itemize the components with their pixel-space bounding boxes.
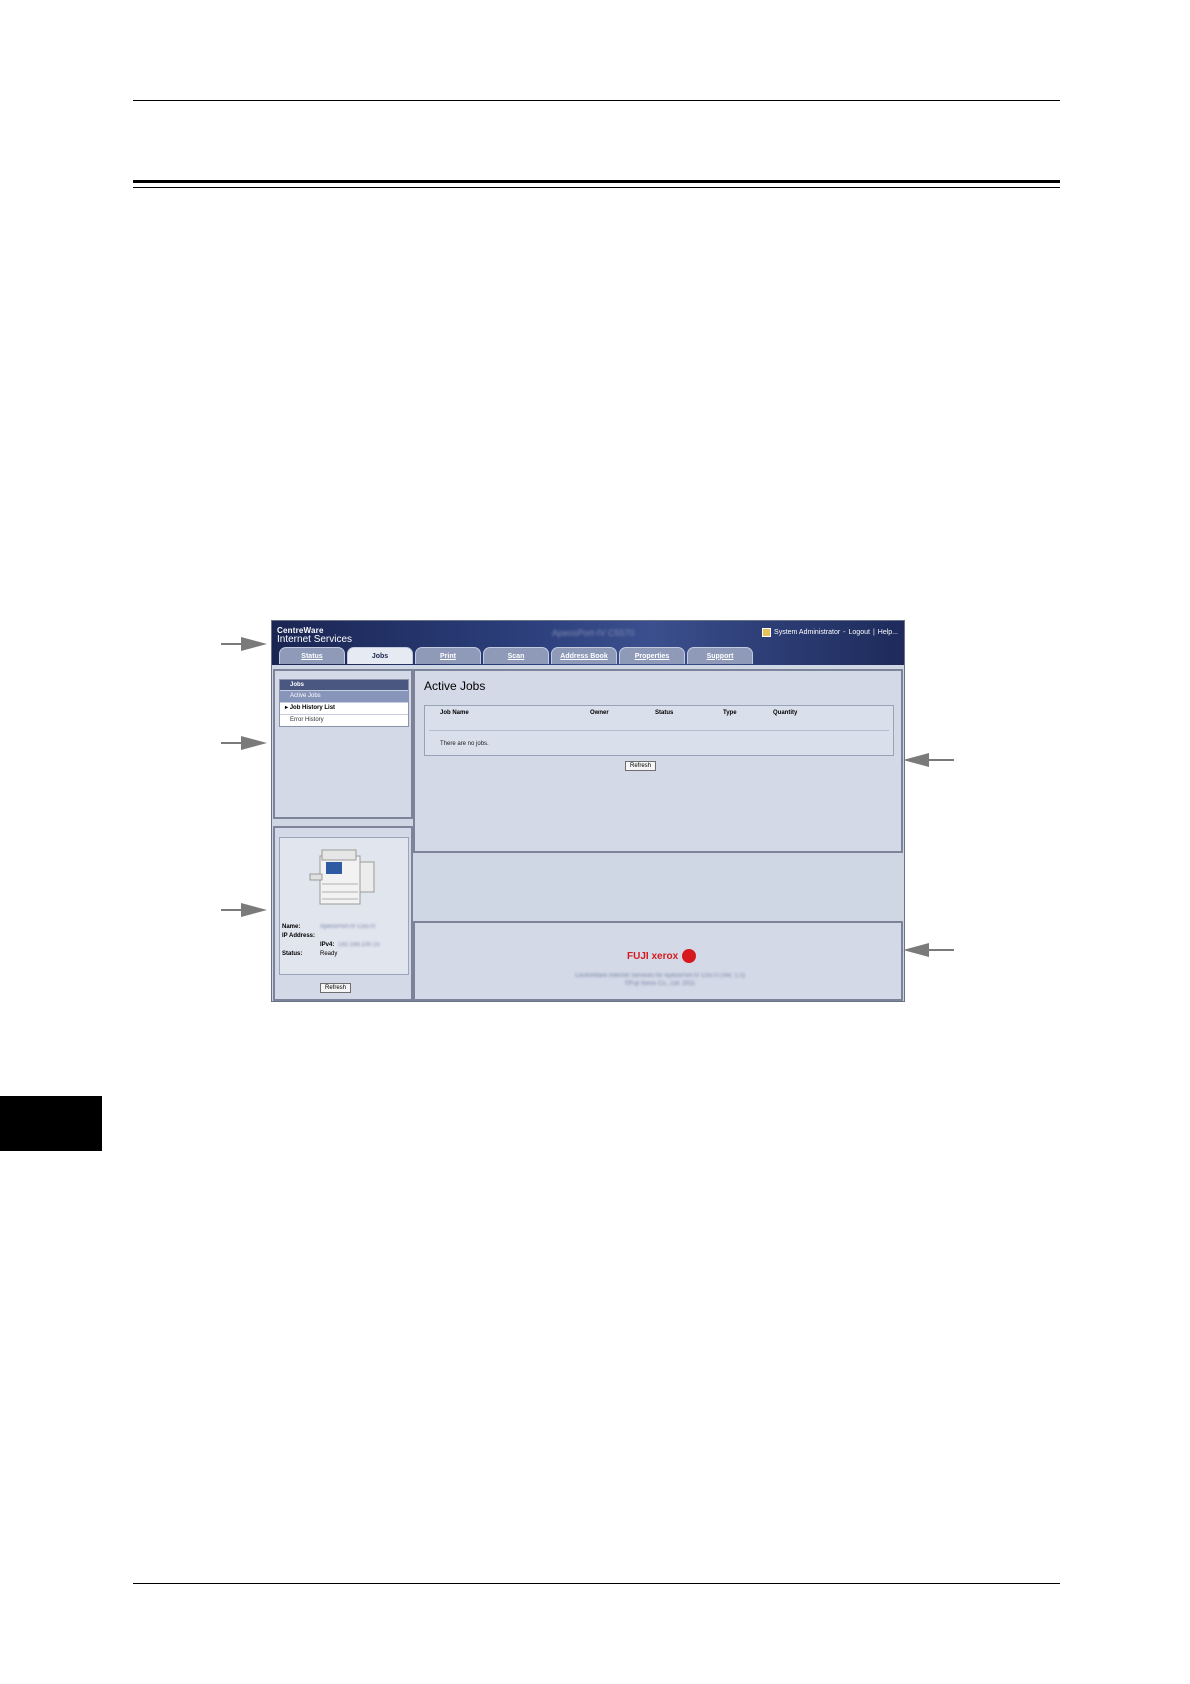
fuji-xerox-logo: FUJI xerox — [627, 949, 697, 963]
tab-scan[interactable]: Scan — [483, 647, 549, 664]
callout-arrow-top — [241, 637, 267, 651]
device-status-label: Status: — [282, 951, 303, 957]
cwis-screenshot: CentreWare Internet Services ApeosPort-I… — [271, 620, 905, 1002]
callout-arrow-device — [241, 903, 267, 917]
chapter-tab — [0, 1096, 102, 1151]
tab-status[interactable]: Status — [279, 647, 345, 664]
main-tabs: Status Jobs Print Scan Address Book Prop… — [279, 647, 753, 665]
brand-internet-services: Internet Services — [277, 634, 353, 645]
tab-properties[interactable]: Properties — [619, 647, 685, 664]
column-status: Status — [655, 710, 674, 716]
user-separator: - — [843, 629, 846, 636]
device-info-box: Name: ApeosPort-IV C5570 IP Address: IPv… — [279, 837, 409, 975]
footer-rule — [133, 1583, 1060, 1584]
column-quantity: Quantity — [773, 710, 798, 716]
footer-copyright: ©Fuji Xerox Co., Ltd. 2011 — [624, 981, 696, 987]
model-name: ApeosPort-IV C5570 — [552, 628, 635, 638]
menu-item-job-history-list[interactable]: ▸ Job History List — [280, 702, 408, 714]
callout-arrow-footer — [903, 943, 929, 957]
device-name-value: ApeosPort-IV C5570 — [320, 924, 376, 930]
device-refresh-button[interactable]: Refresh — [320, 983, 352, 993]
jobs-menu: Jobs Active Jobs ▸ Job History List Erro… — [279, 679, 409, 727]
title-rule — [133, 180, 1060, 188]
column-owner: Owner — [590, 710, 609, 716]
logout-link[interactable]: Logout — [849, 629, 870, 636]
jobs-table: Job Name Owner Status Type Quantity Ther… — [424, 705, 894, 756]
menu-item-job-history-label: Job History List — [289, 705, 336, 711]
tab-address-book[interactable]: Address Book — [551, 647, 617, 664]
refresh-button[interactable]: Refresh — [625, 761, 657, 771]
footer-frame: FUJI xerox CentreWare Internet Services … — [413, 921, 903, 1001]
user-name: System Administrator — [774, 629, 841, 636]
device-frame: Name: ApeosPort-IV C5570 IP Address: IPv… — [273, 826, 413, 1001]
header-rule — [133, 100, 1060, 101]
page-title: Active Jobs — [424, 679, 486, 693]
top-frame-banner: CentreWare Internet Services ApeosPort-I… — [272, 621, 904, 665]
empty-message: There are no jobs. — [440, 741, 489, 747]
table-divider — [429, 730, 889, 731]
printer-image — [309, 849, 375, 905]
footer-version: CentreWare Internet Services for ApeosPo… — [575, 973, 745, 979]
callout-line-top — [221, 643, 241, 645]
user-icon — [762, 628, 772, 637]
menu-item-error-history[interactable]: Error History — [280, 714, 408, 726]
menu-item-active-jobs[interactable]: Active Jobs — [280, 690, 408, 702]
callout-line-menu — [221, 742, 241, 744]
xerox-sphere-icon — [682, 949, 697, 963]
tab-jobs[interactable]: Jobs — [347, 647, 413, 664]
help-link[interactable]: Help... — [878, 629, 898, 636]
callout-line-main — [929, 759, 954, 761]
menu-header: Jobs — [280, 680, 408, 690]
callout-line-device — [221, 909, 241, 911]
tab-print[interactable]: Print — [415, 647, 481, 664]
device-status-value: Ready — [320, 951, 338, 957]
column-job-name: Job Name — [440, 710, 469, 716]
tab-support[interactable]: Support — [687, 647, 753, 664]
callout-arrow-main — [903, 753, 929, 767]
column-type: Type — [723, 710, 737, 716]
main-frame: Active Jobs Job Name Owner Status Type Q… — [413, 669, 903, 853]
menu-frame: Jobs Active Jobs ▸ Job History List Erro… — [273, 669, 413, 819]
logo-text: FUJI xerox — [627, 950, 679, 962]
ipv4-label: IPv4: — [320, 942, 335, 948]
user-bar: System Administrator - Logout | Help... — [762, 628, 898, 637]
callout-line-footer — [929, 949, 954, 951]
ipv4-value: 192.168.100.15 — [338, 942, 380, 948]
link-separator: | — [872, 629, 875, 636]
ip-address-label: IP Address: — [282, 933, 316, 939]
callout-arrow-menu — [241, 736, 267, 750]
device-name-label: Name: — [282, 924, 301, 930]
